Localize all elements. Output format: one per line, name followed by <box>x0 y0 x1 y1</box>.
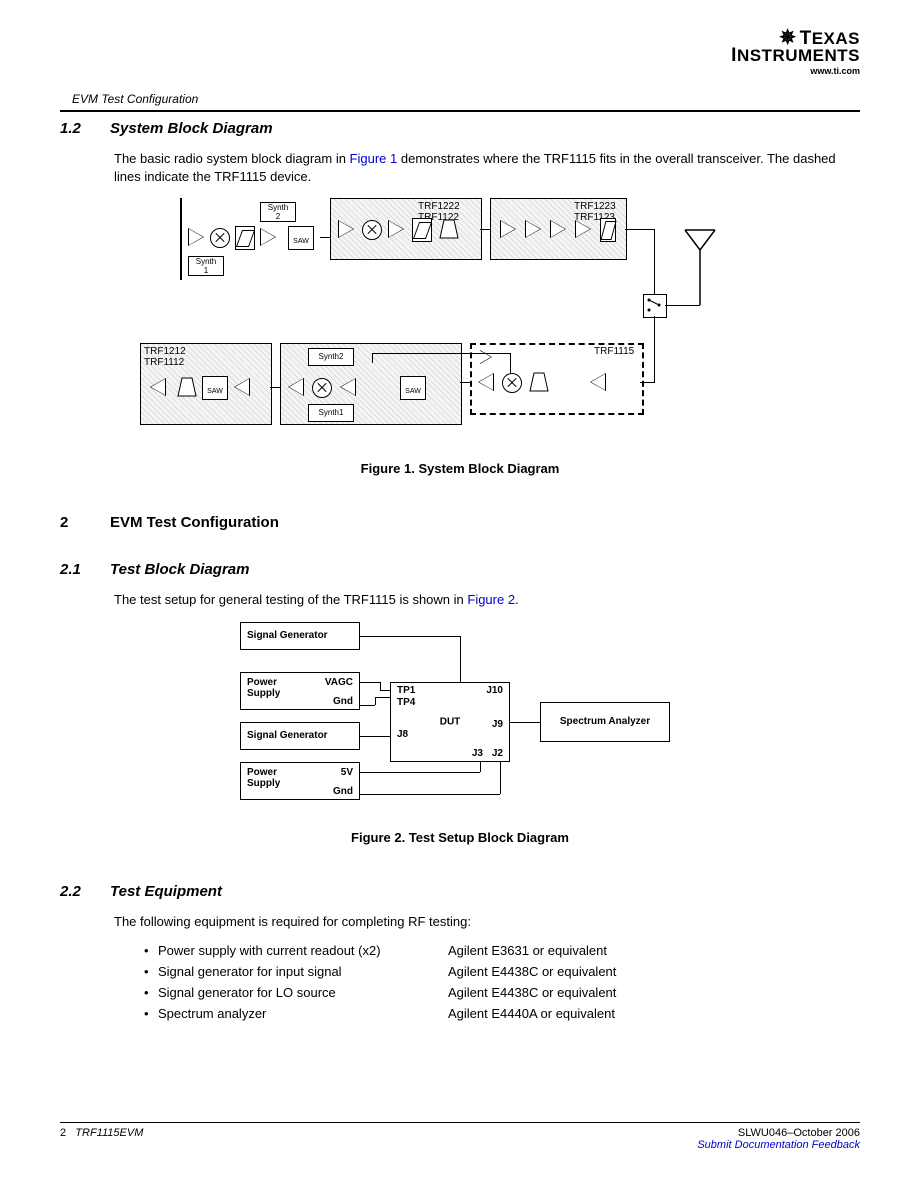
page-footer: 2 TRF1115EVM SLWU046–October 2006 Submit… <box>60 1122 860 1151</box>
section-1-2-heading: 1.2System Block Diagram <box>60 120 860 137</box>
figure-1-caption: Figure 1. System Block Diagram <box>60 461 860 476</box>
siggen2-box: Signal Generator <box>240 722 360 750</box>
list-item: •Signal generator for LO sourceAgilent E… <box>114 985 860 1000</box>
saw-box-3: SAW <box>400 376 426 400</box>
section-title: Test Block Diagram <box>110 561 250 578</box>
dut-box: DUT TP1 J10 TP4 J8 J9 J3 J2 <box>390 682 510 762</box>
list-item: •Signal generator for input signalAgilen… <box>114 964 860 979</box>
saw-box-2: SAW <box>202 376 228 400</box>
submit-feedback-link[interactable]: Submit Documentation Feedback <box>697 1139 860 1151</box>
section-title: Test Equipment <box>110 883 222 900</box>
synth1b-box: Synth1 <box>308 404 354 422</box>
synth1-box: Synth 1 <box>188 256 224 276</box>
section-2-1-body: The test setup for general testing of th… <box>114 591 860 609</box>
figure-1-diagram: Synth 2 Synth 1 SAW TRF1222 TRF1122 TRF1… <box>180 198 740 453</box>
divider <box>60 110 860 112</box>
page-number: 2 <box>60 1127 66 1139</box>
ti-logo: ✵ TEXAS INSTRUMENTS www.ti.com <box>731 28 860 76</box>
section-title: System Block Diagram <box>110 120 273 137</box>
antenna-icon <box>680 220 720 310</box>
section-2-heading: 2EVM Test Configuration <box>60 514 860 531</box>
figure-2-diagram: Signal Generator PowerSupply VAGC Gnd Si… <box>240 622 680 822</box>
siggen1-box: Signal Generator <box>240 622 360 650</box>
doc-title: TRF1115EVM <box>75 1127 143 1139</box>
list-item: •Spectrum analyzerAgilent E4440A or equi… <box>114 1006 860 1021</box>
ps2-box: PowerSupply 5V Gnd <box>240 762 360 800</box>
running-head: EVM Test Configuration <box>60 92 860 106</box>
section-number: 2.2 <box>60 883 110 900</box>
section-2-2-heading: 2.2Test Equipment <box>60 883 860 900</box>
synth2b-box: Synth2 <box>308 348 354 366</box>
figure-1-link[interactable]: Figure 1 <box>350 151 398 166</box>
figure-2-caption: Figure 2. Test Setup Block Diagram <box>60 830 860 845</box>
doc-number: SLWU046–October 2006 <box>738 1127 860 1139</box>
figure-2-link[interactable]: Figure 2 <box>467 592 515 607</box>
section-number: 2 <box>60 514 110 531</box>
synth2-box: Synth 2 <box>260 202 296 222</box>
trf1212-label: TRF1212 TRF1112 <box>144 346 186 368</box>
list-item: •Power supply with current readout (x2)A… <box>114 943 860 958</box>
section-title: EVM Test Configuration <box>110 514 279 531</box>
section-2-1-heading: 2.1Test Block Diagram <box>60 561 860 578</box>
ps1-box: PowerSupply VAGC Gnd <box>240 672 360 710</box>
section-2-2-intro: The following equipment is required for … <box>114 913 860 931</box>
equipment-list: •Power supply with current readout (x2)A… <box>114 943 860 1021</box>
section-1-2-body: The basic radio system block diagram in … <box>114 150 860 185</box>
section-number: 2.1 <box>60 561 110 578</box>
section-number: 1.2 <box>60 120 110 137</box>
spectrum-box: Spectrum Analyzer <box>540 702 670 742</box>
ti-url: www.ti.com <box>731 67 860 76</box>
saw-box: SAW <box>288 226 314 250</box>
